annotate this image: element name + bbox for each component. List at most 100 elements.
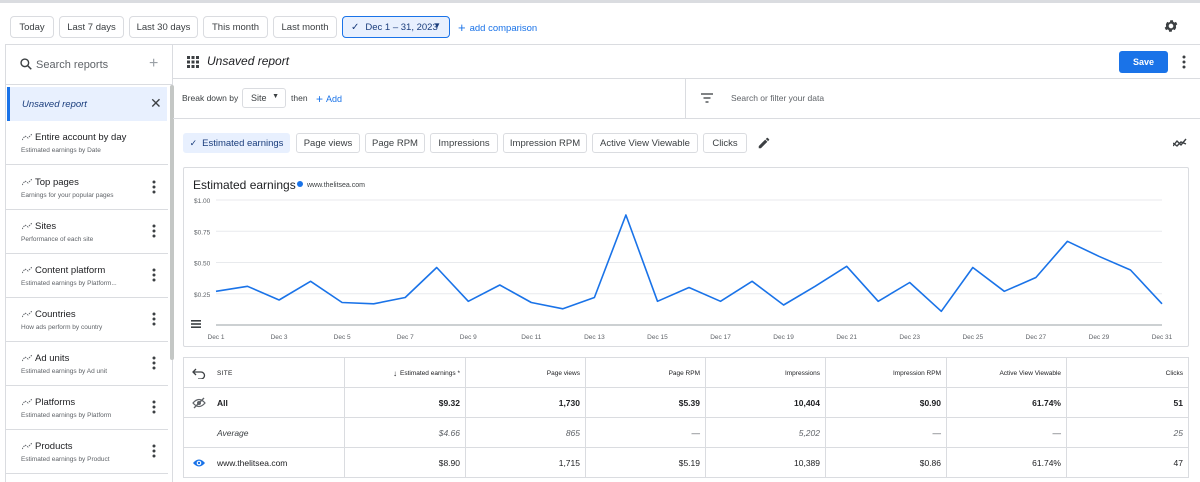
chip-last-7-days[interactable]: Last 7 days — [59, 16, 124, 38]
check-icon: ✓ — [189, 137, 198, 148]
more-vert-icon[interactable] — [1182, 55, 1186, 69]
more-vert-icon[interactable] — [152, 312, 156, 326]
more-vert-icon[interactable] — [152, 400, 156, 414]
chart-legend: www.thelitsea.com — [297, 181, 365, 189]
report-subtitle: Estimated earnings by Platform — [21, 412, 112, 419]
report-subtitle: Estimated earnings by Platform... — [21, 280, 117, 287]
sidebar-item-entire-account[interactable]: Entire account by day Estimated earnings… — [6, 121, 168, 165]
chip-last-month[interactable]: Last month — [273, 16, 337, 38]
x-tick-label: Dec 21 — [836, 334, 857, 341]
table-cell: Average — [217, 428, 249, 438]
table-row: Average $4.66 865 — 5,202 — — 25 — [184, 418, 1188, 448]
more-vert-icon[interactable] — [152, 268, 156, 282]
add-comparison-button[interactable]: + add comparison — [458, 20, 537, 35]
table-row[interactable]: www.thelitsea.com $8.90 1,715 $5.19 10,3… — [184, 448, 1188, 478]
table-cell: 1,715 — [465, 448, 585, 478]
metric-chip-active-view-viewable[interactable]: Active View Viewable — [592, 133, 698, 153]
metric-chip-estimated-earnings[interactable]: ✓ Estimated earnings — [183, 133, 290, 153]
column-header-impression-rpm[interactable]: Impression RPM — [825, 358, 946, 388]
arrow-down-icon: ↓ — [393, 368, 398, 378]
sidebar-item-top-pages[interactable]: Top pages Earnings for your popular page… — [6, 166, 168, 210]
x-tick-label: Dec 3 — [271, 334, 288, 341]
report-title: Products — [35, 441, 73, 452]
more-vert-icon[interactable] — [152, 444, 156, 458]
trend-compare-icon[interactable] — [1173, 138, 1187, 148]
dimension-value: Site — [251, 93, 267, 103]
metric-chip-impressions[interactable]: Impressions — [430, 133, 498, 153]
undo-icon[interactable] — [192, 367, 206, 379]
report-trend-icon — [22, 442, 32, 450]
report-title: Countries — [35, 309, 76, 320]
y-tick-label: $1.00 — [194, 198, 211, 205]
filter-search-input[interactable]: Search or filter your data — [731, 93, 824, 103]
x-tick-label: Dec 17 — [710, 334, 731, 341]
more-vert-icon[interactable] — [152, 356, 156, 370]
gear-icon[interactable] — [1163, 18, 1179, 34]
date-range-bar: Today Last 7 days Last 30 days This mont… — [0, 0, 1200, 44]
sidebar-item-products[interactable]: Products Estimated earnings by Product — [6, 430, 168, 474]
report-subtitle: Performance of each site — [21, 236, 94, 243]
dimension-select[interactable]: Site ▼ — [242, 88, 286, 108]
visibility-icon[interactable] — [192, 457, 206, 469]
report-subtitle: Estimated earnings by Product — [21, 456, 110, 463]
sidebar-item-ad-units[interactable]: Ad units Estimated earnings by Ad unit — [6, 342, 168, 386]
table-cell: 61.74% — [946, 448, 1066, 478]
sidebar-item-content-platform[interactable]: Content platform Estimated earnings by P… — [6, 254, 168, 298]
table-view-icon[interactable] — [191, 320, 201, 328]
report-trend-icon — [22, 222, 32, 230]
report-header: Unsaved report Save — [173, 44, 1200, 79]
sidebar-item-unsaved-report[interactable]: Unsaved report ✕ — [7, 87, 167, 121]
apps-grid-icon[interactable] — [187, 56, 199, 68]
table-cell: 51 — [1066, 388, 1188, 418]
page-title[interactable]: Unsaved report — [207, 54, 289, 68]
visibility-off-icon[interactable] — [192, 397, 206, 409]
chip-last-30-days[interactable]: Last 30 days — [129, 16, 198, 38]
chip-today[interactable]: Today — [10, 16, 54, 38]
column-header-estimated-earnings[interactable]: ↓ Estimated earnings * — [344, 358, 465, 388]
y-tick-label: $0.50 — [194, 261, 211, 268]
close-icon[interactable]: ✕ — [150, 95, 162, 112]
save-button[interactable]: Save — [1119, 51, 1168, 73]
column-header-impressions[interactable]: Impressions — [705, 358, 825, 388]
table-row: All $9.32 1,730 $5.39 10,404 $0.90 61.74… — [184, 388, 1188, 418]
more-vert-icon[interactable] — [152, 224, 156, 238]
x-tick-label: Dec 31 — [1152, 334, 1173, 341]
add-breakdown-label: Add — [326, 94, 343, 104]
table-cell: $0.90 — [825, 388, 946, 418]
column-header-page-rpm[interactable]: Page RPM — [585, 358, 705, 388]
divider — [685, 79, 686, 119]
table-cell: 5,202 — [705, 418, 825, 448]
add-comparison-label: add comparison — [469, 23, 538, 34]
column-header-clicks[interactable]: Clicks — [1066, 358, 1188, 388]
table-cell: 865 — [465, 418, 585, 448]
metric-chip-impression-rpm[interactable]: Impression RPM — [503, 133, 587, 153]
search-reports-input[interactable] — [36, 56, 136, 74]
metric-chip-page-rpm[interactable]: Page RPM — [365, 133, 425, 153]
table-cell: 10,404 — [705, 388, 825, 418]
filter-icon[interactable] — [701, 93, 713, 103]
metric-chip-clicks[interactable]: Clicks — [703, 133, 747, 153]
sidebar-item-sites[interactable]: Sites Performance of each site — [6, 210, 168, 254]
report-title: Entire account by day — [35, 132, 127, 143]
x-tick-label: Dec 29 — [1089, 334, 1110, 341]
pencil-icon[interactable] — [757, 136, 771, 150]
metric-chip-page-views[interactable]: Page views — [296, 133, 360, 153]
date-range-dropdown[interactable]: ✓ Dec 1 – 31, 2023 ▼ — [342, 16, 450, 38]
report-subtitle: How ads perform by country — [21, 324, 103, 331]
column-header-site[interactable]: Site — [184, 358, 344, 388]
report-subtitle: Estimated earnings by Ad unit — [21, 368, 107, 375]
column-header-active-view-viewable[interactable]: Active View Viewable — [946, 358, 1066, 388]
more-vert-icon[interactable] — [152, 180, 156, 194]
add-breakdown-button[interactable]: + Add — [316, 92, 342, 106]
chip-this-month[interactable]: This month — [203, 16, 268, 38]
plus-icon: + — [458, 20, 466, 35]
table-cell: $5.19 — [585, 448, 705, 478]
table-cell: — — [585, 418, 705, 448]
column-header-page-views[interactable]: Page views — [465, 358, 585, 388]
earnings-line-chart: $1.00 $0.75 $0.50 $0.25 Dec 1 Dec 3 Dec 5 Dec 7… — [194, 198, 1173, 341]
add-report-icon[interactable]: + — [149, 55, 158, 73]
sidebar-item-countries[interactable]: Countries How ads perform by country — [6, 298, 168, 342]
earnings-chart-card: $1.00 $0.75 $0.50 $0.25 Dec 1 Dec 3 Dec 5 Dec 7… — [183, 167, 1189, 347]
report-trend-icon — [22, 133, 32, 141]
sidebar-item-platforms[interactable]: Platforms Estimated earnings by Platform — [6, 386, 168, 430]
